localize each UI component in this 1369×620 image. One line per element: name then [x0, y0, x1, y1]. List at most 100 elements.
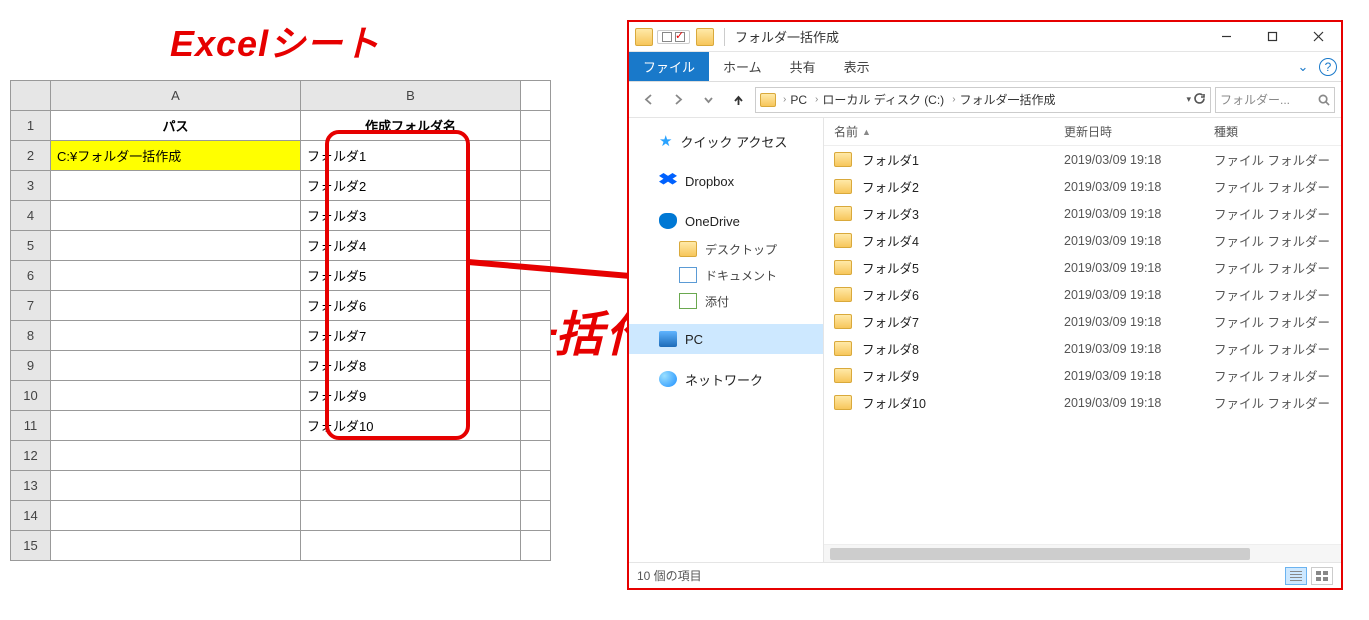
cell[interactable] [51, 291, 301, 321]
row-number[interactable]: 14 [11, 501, 51, 531]
cell[interactable]: フォルダ8 [301, 351, 521, 381]
file-row[interactable]: フォルダ52019/03/09 19:18ファイル フォルダー [824, 254, 1341, 281]
view-details-button[interactable] [1285, 567, 1307, 585]
refresh-button[interactable] [1193, 92, 1206, 108]
cell[interactable]: フォルダ6 [301, 291, 521, 321]
nav-pc[interactable]: PC [629, 324, 823, 354]
row-number[interactable]: 8 [11, 321, 51, 351]
folder-icon [834, 206, 852, 221]
dropbox-icon [659, 173, 677, 189]
file-date: 2019/03/09 19:18 [1064, 234, 1214, 248]
nav-pictures[interactable]: 添付 [629, 288, 823, 314]
address-bar[interactable]: ›PC ›ローカル ディスク (C:) ›フォルダ一括作成 ▾ [755, 87, 1211, 113]
row-number[interactable]: 15 [11, 531, 51, 561]
cell[interactable]: フォルダ2 [301, 171, 521, 201]
address-dropdown-icon[interactable]: ▾ [1186, 94, 1191, 105]
cell[interactable] [51, 471, 301, 501]
file-row[interactable]: フォルダ102019/03/09 19:18ファイル フォルダー [824, 389, 1341, 416]
cell[interactable] [51, 441, 301, 471]
file-type: ファイル フォルダー [1214, 231, 1330, 250]
row-number[interactable]: 12 [11, 441, 51, 471]
horizontal-scrollbar[interactable] [824, 544, 1341, 562]
view-icons-button[interactable] [1311, 567, 1333, 585]
search-input[interactable]: フォルダー... [1215, 87, 1335, 113]
cell[interactable]: フォルダ4 [301, 231, 521, 261]
nav-back-button[interactable] [635, 87, 661, 113]
breadcrumb-folder[interactable]: ›フォルダ一括作成 [949, 91, 1058, 108]
row-number[interactable]: 9 [11, 351, 51, 381]
file-row[interactable]: フォルダ12019/03/09 19:18ファイル フォルダー [824, 146, 1341, 173]
cell-a2-path[interactable]: C:¥フォルダ一括作成 [51, 141, 301, 171]
cell[interactable] [51, 351, 301, 381]
ribbon-expand-button[interactable]: ⌄ [1291, 55, 1315, 79]
cell[interactable]: フォルダ3 [301, 201, 521, 231]
excel-corner[interactable] [11, 81, 51, 111]
cell[interactable] [51, 501, 301, 531]
row-number[interactable]: 6 [11, 261, 51, 291]
file-name: フォルダ1 [862, 150, 1064, 169]
breadcrumb-drive[interactable]: ›ローカル ディスク (C:) [812, 91, 947, 108]
cell[interactable] [51, 201, 301, 231]
nav-documents[interactable]: ドキュメント [629, 262, 823, 288]
cell[interactable] [301, 531, 521, 561]
tab-file[interactable]: ファイル [629, 52, 709, 81]
cell[interactable] [51, 531, 301, 561]
col-header-a[interactable]: A [51, 81, 301, 111]
col-header-b[interactable]: B [301, 81, 521, 111]
maximize-button[interactable] [1249, 23, 1295, 51]
col-header-date[interactable]: 更新日時 [1064, 123, 1214, 140]
col-header-name[interactable]: 名前▲ [834, 123, 1064, 140]
row-number[interactable]: 11 [11, 411, 51, 441]
nav-forward-button[interactable] [665, 87, 691, 113]
row-number[interactable]: 13 [11, 471, 51, 501]
row-number[interactable]: 2 [11, 141, 51, 171]
cell[interactable] [51, 231, 301, 261]
tab-home[interactable]: ホーム [709, 52, 776, 81]
cell-b2[interactable]: フォルダ1 [301, 141, 521, 171]
file-row[interactable]: フォルダ72019/03/09 19:18ファイル フォルダー [824, 308, 1341, 335]
row-number[interactable]: 3 [11, 171, 51, 201]
nav-desktop[interactable]: デスクトップ [629, 236, 823, 262]
cell[interactable] [301, 501, 521, 531]
file-row[interactable]: フォルダ62019/03/09 19:18ファイル フォルダー [824, 281, 1341, 308]
cell[interactable]: フォルダ10 [301, 411, 521, 441]
cell[interactable] [51, 171, 301, 201]
row-number[interactable]: 10 [11, 381, 51, 411]
breadcrumb-pc[interactable]: ›PC [780, 93, 810, 107]
file-row[interactable]: フォルダ42019/03/09 19:18ファイル フォルダー [824, 227, 1341, 254]
col-header-type[interactable]: 種類 [1214, 123, 1341, 140]
row-number[interactable]: 1 [11, 111, 51, 141]
nav-recent-button[interactable] [695, 87, 721, 113]
row-number[interactable]: 5 [11, 231, 51, 261]
row-number[interactable]: 4 [11, 201, 51, 231]
file-row[interactable]: フォルダ92019/03/09 19:18ファイル フォルダー [824, 362, 1341, 389]
nav-quick-access[interactable]: ★クイック アクセス [629, 126, 823, 156]
cell[interactable]: フォルダ5 [301, 261, 521, 291]
close-button[interactable] [1295, 23, 1341, 51]
file-type: ファイル フォルダー [1214, 366, 1330, 385]
nav-onedrive[interactable]: OneDrive [629, 206, 823, 236]
cell[interactable] [51, 381, 301, 411]
qat-group[interactable] [657, 30, 690, 44]
cell[interactable]: フォルダ9 [301, 381, 521, 411]
cell[interactable]: フォルダ7 [301, 321, 521, 351]
cell[interactable] [301, 471, 521, 501]
nav-up-button[interactable] [725, 87, 751, 113]
cell-a1[interactable]: パス [51, 111, 301, 141]
file-row[interactable]: フォルダ22019/03/09 19:18ファイル フォルダー [824, 173, 1341, 200]
tab-view[interactable]: 表示 [830, 52, 884, 81]
help-button[interactable]: ? [1319, 58, 1337, 76]
cell[interactable] [51, 261, 301, 291]
cell[interactable] [51, 411, 301, 441]
minimize-button[interactable] [1203, 23, 1249, 51]
cell[interactable] [51, 321, 301, 351]
folder-icon [834, 395, 852, 410]
file-row[interactable]: フォルダ82019/03/09 19:18ファイル フォルダー [824, 335, 1341, 362]
row-number[interactable]: 7 [11, 291, 51, 321]
cell[interactable] [301, 441, 521, 471]
nav-network[interactable]: ネットワーク [629, 364, 823, 394]
tab-share[interactable]: 共有 [776, 52, 830, 81]
nav-dropbox[interactable]: Dropbox [629, 166, 823, 196]
file-row[interactable]: フォルダ32019/03/09 19:18ファイル フォルダー [824, 200, 1341, 227]
cell-b1[interactable]: 作成フォルダ名 [301, 111, 521, 141]
